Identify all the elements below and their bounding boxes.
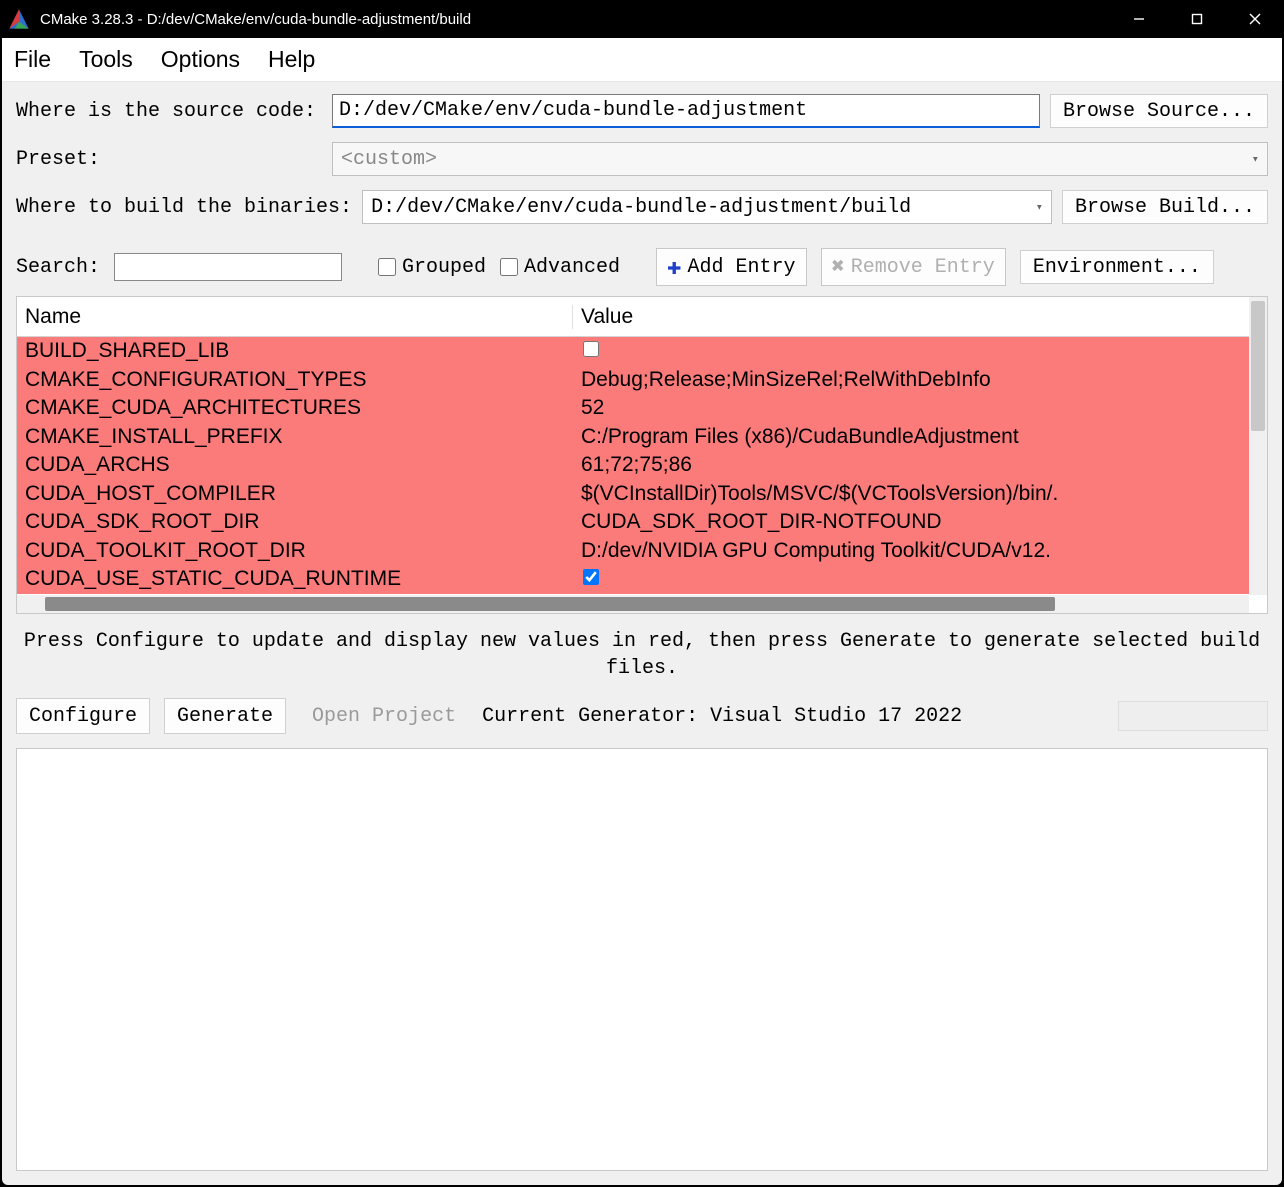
remove-entry-button[interactable]: ✖ Remove Entry <box>821 248 1006 286</box>
advanced-label: Advanced <box>524 256 620 279</box>
generate-button[interactable]: Generate <box>164 698 286 734</box>
cmake-icon <box>8 8 30 30</box>
horizontal-scrollbar[interactable] <box>17 595 1249 613</box>
table-header: Name Value <box>17 297 1267 337</box>
cache-entry-value[interactable]: 52 <box>573 396 1249 420</box>
minimize-button[interactable] <box>1110 0 1168 38</box>
col-name-header[interactable]: Name <box>17 305 573 329</box>
cache-entry-value[interactable] <box>573 339 1249 363</box>
add-entry-button[interactable]: ✚ Add Entry <box>656 248 806 286</box>
scrollbar-thumb[interactable] <box>45 597 1055 611</box>
configure-button[interactable]: Configure <box>16 698 150 734</box>
table-row[interactable]: CUDA_HOST_COMPILER$(VCInstallDir)Tools/M… <box>17 480 1249 509</box>
grouped-label: Grouped <box>402 256 486 279</box>
window-title: CMake 3.28.3 - D:/dev/CMake/env/cuda-bun… <box>40 11 1110 28</box>
cache-entry-name: CUDA_SDK_ROOT_DIR <box>17 510 573 534</box>
menu-options[interactable]: Options <box>161 46 240 73</box>
search-label: Search: <box>16 256 100 279</box>
remove-entry-label: Remove Entry <box>851 256 995 279</box>
close-button[interactable] <box>1226 0 1284 38</box>
cache-entry-value[interactable]: $(VCInstallDir)Tools/MSVC/$(VCToolsVersi… <box>573 482 1249 506</box>
cache-entry-value[interactable]: D:/dev/NVIDIA GPU Computing Toolkit/CUDA… <box>573 539 1249 563</box>
plus-icon: ✚ <box>667 252 681 282</box>
hint-text: Press Configure to update and display ne… <box>2 614 1282 690</box>
current-generator-label: Current Generator: Visual Studio 17 2022 <box>482 705 962 728</box>
scrollbar-thumb[interactable] <box>1251 301 1265 431</box>
source-label: Where is the source code: <box>16 100 322 123</box>
cache-entry-name: CUDA_ARCHS <box>17 453 573 477</box>
cache-entry-value[interactable]: Debug;Release;MinSizeRel;RelWithDebInfo <box>573 368 1249 392</box>
source-path-input[interactable] <box>332 94 1040 128</box>
action-bar: Configure Generate Open Project Current … <box>2 690 1282 742</box>
x-icon: ✖ <box>832 254 845 280</box>
cache-entry-name: CUDA_TOOLKIT_ROOT_DIR <box>17 539 573 563</box>
cache-table: Name Value BUILD_SHARED_LIB CMAKE_CONFIGU… <box>16 296 1268 614</box>
cache-entry-name: CMAKE_CUDA_ARCHITECTURES <box>17 396 573 420</box>
table-row[interactable]: CMAKE_CUDA_ARCHITECTURES52 <box>17 394 1249 423</box>
chevron-down-icon: ▾ <box>1036 200 1043 215</box>
output-log[interactable] <box>16 748 1268 1171</box>
cache-entry-name: CUDA_USE_STATIC_CUDA_RUNTIME <box>17 567 573 591</box>
preset-combo[interactable]: <custom> ▾ <box>332 142 1268 176</box>
table-body: BUILD_SHARED_LIB CMAKE_CONFIGURATION_TYPE… <box>17 337 1249 595</box>
open-project-button[interactable]: Open Project <box>300 698 468 734</box>
cache-entry-value[interactable] <box>573 567 1249 591</box>
col-value-header[interactable]: Value <box>573 305 1267 329</box>
progress-bar <box>1118 701 1268 731</box>
preset-label: Preset: <box>16 148 322 171</box>
cache-entry-value[interactable]: 61;72;75;86 <box>573 453 1249 477</box>
maximize-button[interactable] <box>1168 0 1226 38</box>
preset-value: <custom> <box>341 148 437 171</box>
cache-entry-name: CUDA_HOST_COMPILER <box>17 482 573 506</box>
table-row[interactable]: CUDA_ARCHS61;72;75;86 <box>17 451 1249 480</box>
cache-entry-name: CMAKE_CONFIGURATION_TYPES <box>17 368 573 392</box>
cache-entry-value[interactable]: CUDA_SDK_ROOT_DIR-NOTFOUND <box>573 510 1249 534</box>
search-input[interactable] <box>114 253 342 281</box>
cache-bool-checkbox[interactable] <box>583 569 599 585</box>
table-row[interactable]: BUILD_SHARED_LIB <box>17 337 1249 366</box>
table-row[interactable]: CUDA_TOOLKIT_ROOT_DIRD:/dev/NVIDIA GPU C… <box>17 537 1249 566</box>
browse-build-button[interactable]: Browse Build... <box>1062 190 1268 224</box>
window-body: File Tools Options Help Where is the sou… <box>2 38 1282 1185</box>
advanced-check-input[interactable] <box>500 258 518 276</box>
build-path-combo[interactable]: D:/dev/CMake/env/cuda-bundle-adjustment/… <box>362 190 1052 224</box>
cache-bool-checkbox[interactable] <box>583 341 599 357</box>
browse-source-button[interactable]: Browse Source... <box>1050 94 1268 128</box>
vertical-scrollbar[interactable] <box>1249 297 1267 595</box>
titlebar: CMake 3.28.3 - D:/dev/CMake/env/cuda-bun… <box>0 0 1284 38</box>
table-row[interactable]: CMAKE_CONFIGURATION_TYPESDebug;Release;M… <box>17 366 1249 395</box>
chevron-down-icon: ▾ <box>1252 152 1259 167</box>
menu-help[interactable]: Help <box>268 46 315 73</box>
grouped-checkbox[interactable]: Grouped <box>378 256 486 279</box>
build-label: Where to build the binaries: <box>16 196 352 219</box>
build-path-value: D:/dev/CMake/env/cuda-bundle-adjustment/… <box>371 196 911 219</box>
menubar: File Tools Options Help <box>2 38 1282 82</box>
advanced-checkbox[interactable]: Advanced <box>500 256 620 279</box>
menu-tools[interactable]: Tools <box>79 46 133 73</box>
table-row[interactable]: CUDA_SDK_ROOT_DIRCUDA_SDK_ROOT_DIR-NOTFO… <box>17 508 1249 537</box>
grouped-check-input[interactable] <box>378 258 396 276</box>
menu-file[interactable]: File <box>14 46 51 73</box>
environment-button[interactable]: Environment... <box>1020 250 1214 284</box>
path-form: Where is the source code: Browse Source.… <box>2 82 1282 244</box>
window-controls <box>1110 0 1284 38</box>
add-entry-label: Add Entry <box>688 256 796 279</box>
table-row[interactable]: CMAKE_INSTALL_PREFIXC:/Program Files (x8… <box>17 423 1249 452</box>
cache-entry-value[interactable]: C:/Program Files (x86)/CudaBundleAdjustm… <box>573 425 1249 449</box>
cache-entry-name: CMAKE_INSTALL_PREFIX <box>17 425 573 449</box>
cache-entry-name: BUILD_SHARED_LIB <box>17 339 573 363</box>
cache-toolbar: Search: Grouped Advanced ✚ Add Entry ✖ R… <box>2 244 1282 296</box>
table-row[interactable]: CUDA_USE_STATIC_CUDA_RUNTIME <box>17 565 1249 594</box>
